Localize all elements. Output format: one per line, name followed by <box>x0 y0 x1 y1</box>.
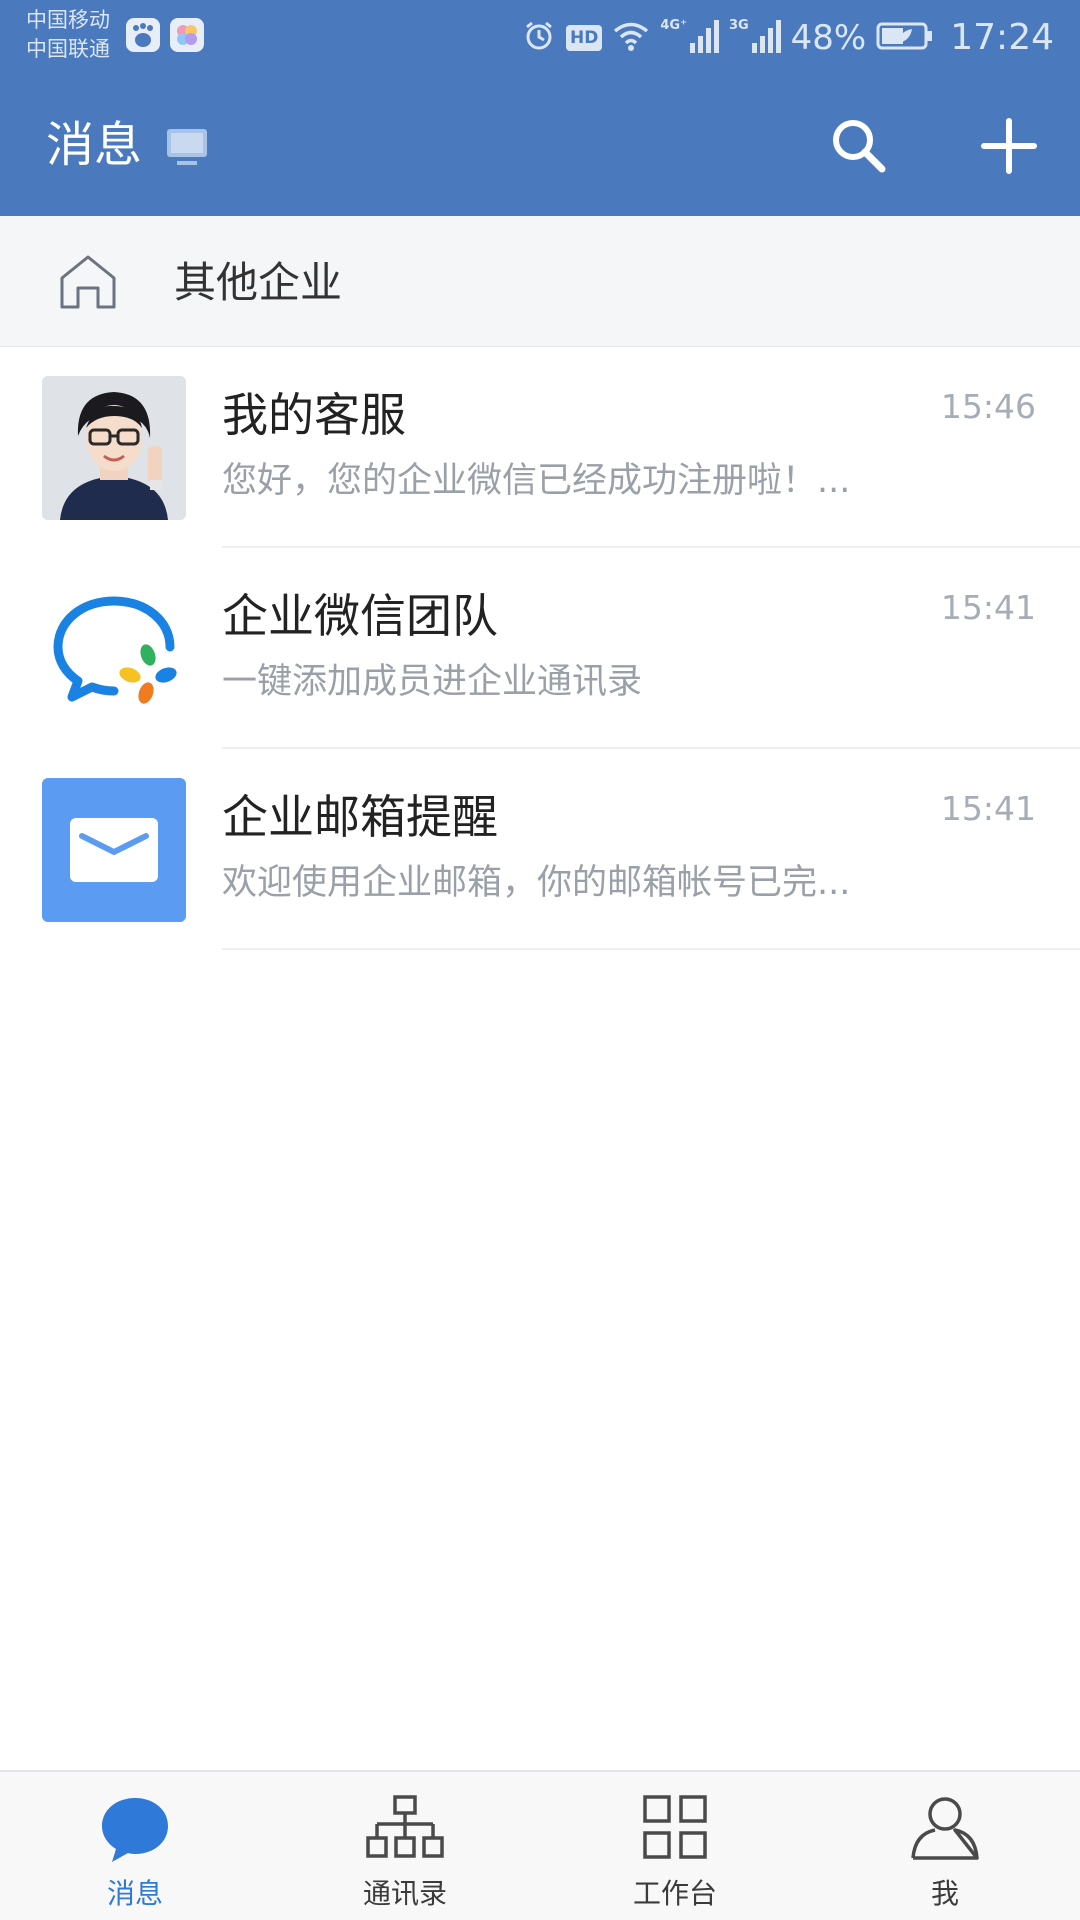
chat-item-mail-reminder[interactable]: 企业邮箱提醒 欢迎使用企业邮箱，你的邮箱帐号已完... 15:41 <box>0 749 1080 950</box>
mail-icon <box>70 818 158 882</box>
desktop-icon[interactable] <box>165 127 209 173</box>
chat-name: 企业微信团队 <box>222 589 498 643</box>
grid-icon <box>642 1794 708 1864</box>
status-bar: 中国移动 中国联通 HD 4G⁺ 3G 48% 17:24 <box>0 0 1080 75</box>
plus-icon <box>981 118 1037 174</box>
chat-preview: 欢迎使用企业邮箱，你的邮箱帐号已完... <box>222 863 851 903</box>
chat-item-wecom-team[interactable]: 企业微信团队 一键添加成员进企业通讯录 15:41 <box>0 548 1080 749</box>
signal-icon-2 <box>751 19 781 57</box>
page-title: 消息 <box>46 117 143 173</box>
chat-name: 企业邮箱提醒 <box>222 790 498 844</box>
other-enterprise-label: 其他企业 <box>174 258 343 307</box>
tab-label: 我 <box>930 1877 959 1910</box>
chat-time: 15:41 <box>940 789 1036 828</box>
alarm-icon <box>522 19 556 57</box>
chat-time: 15:46 <box>940 387 1036 426</box>
chat-time: 15:41 <box>940 588 1036 627</box>
bottom-nav: 消息 通讯录 工作台 我 <box>0 1770 1080 1920</box>
org-chart-icon <box>365 1794 445 1864</box>
chat-preview: 一键添加成员进企业通讯录 <box>222 662 643 702</box>
chat-item-customer-service[interactable]: 我的客服 您好，您的企业微信已经成功注册啦！... 15:46 <box>0 347 1080 548</box>
network-type-1: 4G⁺ <box>660 18 687 33</box>
tab-workbench[interactable]: 工作台 <box>540 1772 810 1920</box>
chat-list: 我的客服 您好，您的企业微信已经成功注册啦！... 15:46 企业微信团队 一… <box>0 347 1080 950</box>
chat-name: 我的客服 <box>222 388 406 442</box>
status-indicators: HD 4G⁺ 3G 48% 17:24 <box>522 0 1054 75</box>
network-type-2: 3G <box>728 18 749 33</box>
mail-avatar <box>42 778 186 922</box>
avatar <box>42 376 186 520</box>
chat-bubble-icon <box>98 1794 172 1868</box>
divider <box>222 948 1080 950</box>
battery-icon <box>876 21 934 55</box>
tab-label: 消息 <box>106 1877 163 1910</box>
clock: 17:24 <box>950 17 1054 58</box>
wifi-icon <box>612 20 650 56</box>
baidu-app-icon <box>126 18 160 52</box>
battery-percent: 48% <box>790 17 867 58</box>
wecom-logo-icon <box>42 577 186 721</box>
tab-contacts[interactable]: 通讯录 <box>270 1772 540 1920</box>
search-button[interactable] <box>828 115 890 177</box>
flower-app-icon <box>170 18 204 52</box>
carrier-2: 中国联通 <box>26 37 110 61</box>
tab-label: 通讯录 <box>362 1877 447 1910</box>
carrier-1: 中国移动 <box>26 8 110 32</box>
search-icon <box>833 120 886 173</box>
person-icon <box>909 1794 981 1866</box>
carrier-info: 中国移动 中国联通 <box>26 6 110 64</box>
tab-messages[interactable]: 消息 <box>0 1772 270 1920</box>
signal-icon-1 <box>689 19 719 57</box>
app-header: 消息 <box>0 75 1080 216</box>
chat-preview: 您好，您的企业微信已经成功注册啦！... <box>222 461 851 501</box>
app-screen: 中国移动 中国联通 HD 4G⁺ 3G 48% 17:24 消息 其他企业 我的… <box>0 0 1080 1920</box>
tab-label: 工作台 <box>632 1877 717 1910</box>
home-icon <box>58 254 118 314</box>
hd-badge: HD <box>566 24 603 51</box>
tab-me[interactable]: 我 <box>810 1772 1080 1920</box>
add-button[interactable] <box>978 115 1040 177</box>
other-enterprise-bar[interactable]: 其他企业 <box>0 216 1080 347</box>
